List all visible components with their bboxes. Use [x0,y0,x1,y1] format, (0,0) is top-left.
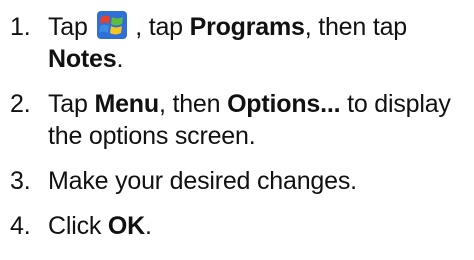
step-text: , tap [128,13,190,41]
menu-label: Menu [94,90,159,118]
instruction-list: 1. Tap , tap Programs, then tap Notes. 2.… [0,11,474,255]
step-text: , then [158,90,228,118]
step-1: 1. Tap , tap Programs, then tap Notes. [0,11,474,75]
step-2: 2. Tap Menu, then Options... to display t… [0,88,474,152]
step-text: Tap [48,13,95,41]
step-3: 3. Make your desired changes. [0,165,474,197]
step-text: Click [48,212,108,240]
step-text: . [145,212,152,240]
step-number: 4. [10,212,31,240]
windows-start-icon [97,11,128,39]
step-text: Make your desired changes. [48,167,357,195]
step-text: Tap [48,90,95,118]
step-number: 2. [10,90,31,118]
step-text: . [116,45,124,73]
options-label: Options... [227,90,341,118]
step-4: 4. Click OK. [0,210,474,242]
notes-label: Notes [48,45,117,73]
ok-label: OK [107,212,146,240]
step-text: , then tap [304,13,407,41]
step-number: 1. [10,13,31,41]
step-number: 3. [10,167,31,195]
programs-label: Programs [189,13,305,41]
